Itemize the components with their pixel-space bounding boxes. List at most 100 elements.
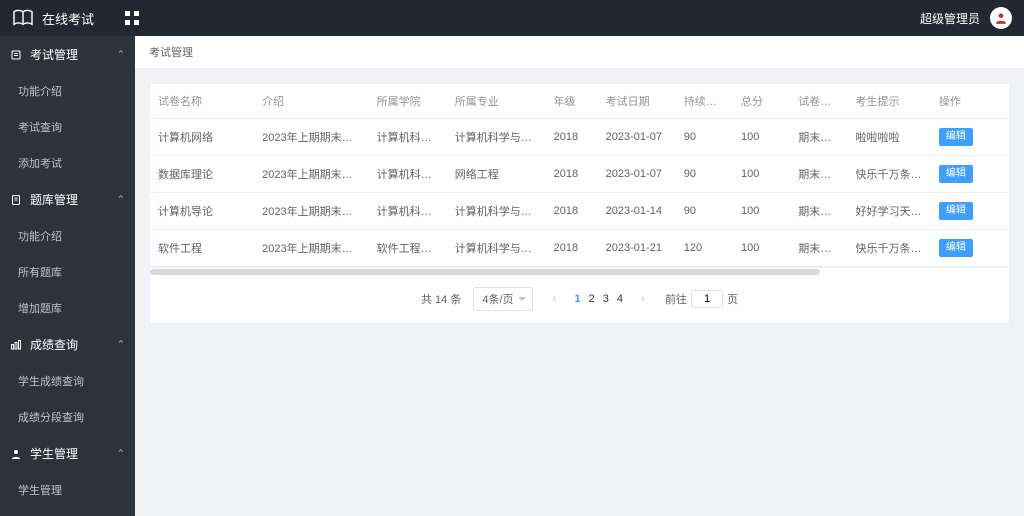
edit-button[interactable]: 编辑 [939, 239, 973, 257]
nav-item[interactable]: 学生成绩查询 [0, 363, 135, 399]
nav-item[interactable]: 考试查询 [0, 109, 135, 145]
cell-major: 计算机科学与技术 [447, 119, 546, 156]
nav-group-icon [10, 194, 24, 206]
page-number[interactable]: 3 [599, 290, 613, 308]
cell-grade: 2018 [546, 119, 598, 156]
cell-ops: 编辑删除 [931, 230, 1009, 267]
page-number[interactable]: 4 [613, 290, 627, 308]
cell-duration: 90 [676, 119, 733, 156]
cell-grade: 2018 [546, 193, 598, 230]
nav-item[interactable]: 增加题库 [0, 290, 135, 326]
cell-tip: 快乐千万条，学习第一条 [848, 230, 931, 267]
cell-intro: 2023年上期期末考试 [254, 119, 369, 156]
th-grade: 年级 [546, 84, 598, 119]
cell-tip: 好好学习天天向上 [848, 193, 931, 230]
table-row: 计算机网络2023年上期期末考试计算机科学学院计算机科学与技术20182023-… [150, 119, 1009, 156]
nav-group-label: 成绩查询 [30, 336, 78, 353]
goto-input[interactable] [691, 290, 723, 308]
breadcrumb: 考试管理 [135, 36, 1024, 69]
scrollbar-thumb[interactable] [150, 269, 820, 275]
edit-button[interactable]: 编辑 [939, 165, 973, 183]
nav-group-icon [10, 339, 24, 351]
cell-score: 100 [733, 156, 790, 193]
brand: 在线考试 [12, 9, 94, 28]
cell-major: 网络工程 [447, 156, 546, 193]
cell-name: 计算机网络 [150, 119, 254, 156]
th-name: 试卷名称 [150, 84, 254, 119]
th-major: 所属专业 [447, 84, 546, 119]
goto-prefix: 前往 [665, 291, 687, 307]
exam-table: 试卷名称 介绍 所属学院 所属专业 年级 考试日期 持续时间 总分 试卷类型 考… [150, 84, 1009, 267]
nav-group-title[interactable]: 成绩查询 ⌃ [0, 326, 135, 363]
topbar-left: 在线考试 [12, 9, 140, 28]
cell-type: 期末考试 [790, 119, 847, 156]
cell-intro: 2023年上期期末考试 [254, 193, 369, 230]
cell-date: 2023-01-21 [598, 230, 676, 267]
chevron-up-icon: ⌃ [117, 339, 125, 350]
goto-suffix: 页 [727, 291, 738, 307]
cell-date: 2023-01-07 [598, 119, 676, 156]
th-intro: 介绍 [254, 84, 369, 119]
page-number[interactable]: 2 [585, 290, 599, 308]
th-college: 所属学院 [369, 84, 447, 119]
cell-score: 100 [733, 230, 790, 267]
nav-item[interactable]: 所有题库 [0, 254, 135, 290]
main: 考试管理 试卷名称 介绍 所属学院 所属专业 年级 考试日期 [135, 36, 1024, 516]
edit-button[interactable]: 编辑 [939, 128, 973, 146]
page-number[interactable]: 1 [571, 290, 585, 308]
nav-item[interactable]: 添加考试 [0, 145, 135, 181]
breadcrumb-text: 考试管理 [149, 47, 193, 59]
goto-wrapper: 前往 页 [665, 290, 738, 308]
cell-type: 期末考试 [790, 193, 847, 230]
nav-group-title[interactable]: 题库管理⌃ [0, 181, 135, 218]
chevron-up-icon: ⌃ [117, 448, 125, 459]
apps-grid-icon[interactable] [124, 10, 140, 26]
cell-name: 数据库理论 [150, 156, 254, 193]
nav-item[interactable]: 功能介绍 [0, 73, 135, 109]
table-row: 软件工程2023年上期期末考试软件工程学院计算机科学与技术20182023-01… [150, 230, 1009, 267]
book-icon [12, 9, 34, 27]
nav-group-title[interactable]: 考试管理⌃ [0, 36, 135, 73]
th-date: 考试日期 [598, 84, 676, 119]
page-buttons: ‹ 1234 › [545, 290, 654, 308]
cell-ops: 编辑删除 [931, 119, 1009, 156]
edit-button[interactable]: 编辑 [939, 202, 973, 220]
table-header-row: 试卷名称 介绍 所属学院 所属专业 年级 考试日期 持续时间 总分 试卷类型 考… [150, 84, 1009, 119]
nav-group-label: 考试管理 [30, 46, 78, 63]
nav-group-title[interactable]: 学生管理 ⌃ [0, 435, 135, 472]
th-type: 试卷类型 [790, 84, 847, 119]
nav-item[interactable]: 学生管理 [0, 472, 135, 508]
page-size-select[interactable]: 4条/页 [473, 287, 532, 311]
horizontal-scrollbar[interactable] [150, 267, 1009, 275]
brand-title: 在线考试 [42, 9, 94, 28]
cell-college: 计算机科学学院 [369, 156, 447, 193]
cell-major: 计算机科学与技术 [447, 230, 546, 267]
cell-grade: 2018 [546, 156, 598, 193]
cell-score: 100 [733, 193, 790, 230]
avatar[interactable] [990, 7, 1012, 29]
cell-tip: 快乐千万条，学习第一条 [848, 156, 931, 193]
table-row: 计算机导论2023年上期期末考试计算机科学学院计算机科学与技术20182023-… [150, 193, 1009, 230]
nav-group-label: 题库管理 [30, 191, 78, 208]
cell-duration: 90 [676, 156, 733, 193]
user-role-label[interactable]: 超级管理员 [920, 10, 980, 27]
cell-ops: 编辑删除 [931, 193, 1009, 230]
page-next[interactable]: › [633, 290, 653, 308]
cell-duration: 120 [676, 230, 733, 267]
table-scroll[interactable]: 试卷名称 介绍 所属学院 所属专业 年级 考试日期 持续时间 总分 试卷类型 考… [150, 84, 1009, 267]
cell-date: 2023-01-14 [598, 193, 676, 230]
th-tip: 考生提示 [848, 84, 931, 119]
th-duration: 持续时间 [676, 84, 733, 119]
nav-item[interactable]: 功能介绍 [0, 218, 135, 254]
page-prev[interactable]: ‹ [545, 290, 565, 308]
table-card: 试卷名称 介绍 所属学院 所属专业 年级 考试日期 持续时间 总分 试卷类型 考… [149, 83, 1010, 324]
nav-group-icon [10, 448, 24, 460]
nav-item[interactable]: 成绩分段查询 [0, 399, 135, 435]
nav-group-label: 学生管理 [30, 445, 78, 462]
cell-date: 2023-01-07 [598, 156, 676, 193]
cell-college: 计算机科学学院 [369, 119, 447, 156]
cell-grade: 2018 [546, 230, 598, 267]
table-row: 数据库理论2023年上期期末考试计算机科学学院网络工程20182023-01-0… [150, 156, 1009, 193]
cell-intro: 2023年上期期末考试 [254, 230, 369, 267]
nav-group-icon [10, 49, 24, 61]
